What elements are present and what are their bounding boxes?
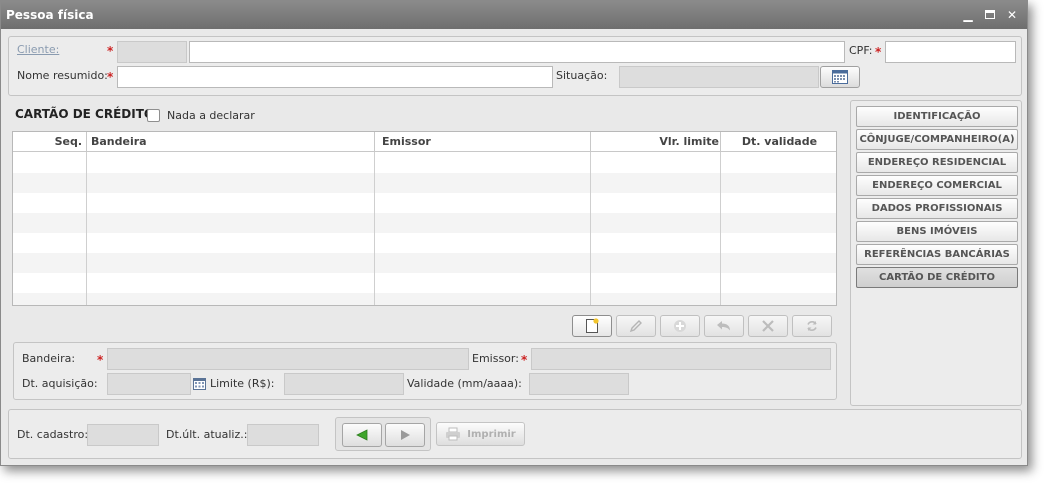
pencil-icon (629, 320, 642, 333)
bandeira-field (107, 348, 469, 370)
column-header-emissor[interactable]: Emissor (375, 132, 591, 152)
edit-record-button[interactable] (616, 315, 656, 337)
calendar-icon[interactable] (193, 378, 206, 390)
nav-endereco-residencial[interactable]: ENDEREÇO RESIDENCIAL (856, 152, 1018, 173)
plus-icon (674, 320, 686, 332)
limite-label: Limite (R$): (210, 377, 275, 390)
cpf-field[interactable] (885, 41, 1016, 63)
validade-label: Validade (mm/aaaa): (407, 377, 522, 390)
nome-resumido-label: Nome resumido: (17, 69, 108, 82)
cliente-label[interactable]: Cliente: (17, 43, 59, 56)
dt-cadastro-label: Dt. cadastro: (17, 428, 89, 441)
table-row[interactable] (13, 293, 836, 305)
window-controls: ▁ ✕ (957, 1, 1023, 29)
table-row[interactable] (13, 173, 836, 193)
nav-endereco-comercial[interactable]: ENDEREÇO COMERCIAL (856, 175, 1018, 196)
calendar-icon (832, 70, 848, 84)
nav-cartao-de-credito[interactable]: CARTÃO DE CRÉDITO (856, 267, 1018, 288)
required-marker: * (107, 44, 114, 58)
situacao-field (619, 66, 819, 88)
column-header-seq[interactable]: Seq. (13, 132, 87, 152)
delete-icon (762, 320, 774, 332)
new-record-button[interactable] (572, 315, 612, 337)
required-marker: * (875, 45, 882, 59)
arrow-right-icon (401, 430, 410, 440)
table-row[interactable] (13, 213, 836, 233)
column-divider (720, 132, 721, 305)
window-title: Pessoa física (6, 8, 94, 22)
table-header: Seq. Bandeira Emissor Vlr. limite Dt. va… (13, 132, 836, 152)
dt-ult-atualiz-field (247, 424, 319, 446)
column-divider (86, 132, 87, 305)
nada-a-declarar-label: Nada a declarar (167, 109, 255, 122)
situacao-calendar-button[interactable] (820, 66, 860, 88)
refresh-button[interactable] (792, 315, 832, 337)
add-record-button[interactable] (660, 315, 700, 337)
bandeira-label: Bandeira: (22, 352, 76, 365)
minimize-icon[interactable]: ▁ (957, 8, 979, 22)
credit-card-table[interactable]: Seq. Bandeira Emissor Vlr. limite Dt. va… (12, 131, 837, 306)
new-document-icon (586, 318, 599, 333)
dt-ult-atualiz-label: Dt.últ. atualiz.: (166, 428, 248, 441)
refresh-icon (807, 321, 817, 331)
cliente-code-field (117, 41, 187, 63)
imprimir-label: Imprimir (467, 428, 516, 440)
record-navigation-group (335, 417, 431, 451)
situacao-label: Situação: (556, 69, 608, 82)
dt-cadastro-field (87, 424, 159, 446)
imprimir-button[interactable]: Imprimir (436, 422, 525, 446)
dt-aquisicao-field (107, 373, 191, 395)
cliente-name-field[interactable] (189, 41, 845, 63)
nada-a-declarar-checkbox[interactable] (147, 109, 160, 122)
limite-field (284, 373, 404, 395)
client-header-panel: Cliente: * CPF: * Nome resumido: * Situa… (8, 36, 1022, 96)
arrow-left-icon (356, 429, 368, 441)
column-header-bandeira[interactable]: Bandeira (87, 132, 375, 152)
dt-aquisicao-label: Dt. aquisição: (22, 377, 98, 390)
previous-record-button[interactable] (342, 423, 382, 447)
nav-referencias-bancarias[interactable]: REFERÊNCIAS BANCÁRIAS (856, 244, 1018, 265)
nav-bens-imoveis[interactable]: BENS IMÓVEIS (856, 221, 1018, 242)
column-header-dt-validade[interactable]: Dt. validade (721, 132, 836, 152)
required-marker: * (107, 70, 114, 84)
next-record-button[interactable] (385, 423, 425, 447)
cpf-label: CPF: (849, 44, 873, 57)
validade-field (529, 373, 629, 395)
emissor-label: Emissor: (472, 352, 519, 365)
undo-icon (717, 321, 730, 331)
undo-button[interactable] (704, 315, 744, 337)
required-marker: * (521, 353, 528, 367)
emissor-field (531, 348, 831, 370)
delete-record-button[interactable] (748, 315, 788, 337)
required-marker: * (97, 353, 104, 367)
table-row[interactable] (13, 253, 836, 273)
nome-resumido-field[interactable] (117, 66, 553, 88)
column-divider (374, 132, 375, 305)
column-header-vlr-limite[interactable]: Vlr. limite (591, 132, 721, 152)
section-title: CARTÃO DE CRÉDITO (15, 107, 155, 121)
footer-panel: Dt. cadastro: Dt.últ. atualiz.: Imprimir (8, 409, 1022, 459)
section-nav-panel: IDENTIFICAÇÃO CÔNJUGE/COMPANHEIRO(A) END… (850, 100, 1022, 406)
nav-identificacao[interactable]: IDENTIFICAÇÃO (856, 106, 1018, 127)
card-detail-panel: Bandeira: * Emissor: * Dt. aquisição: Li… (13, 342, 837, 400)
nav-conjuge[interactable]: CÔNJUGE/COMPANHEIRO(A) (856, 129, 1018, 150)
column-divider (590, 132, 591, 305)
maximize-icon[interactable] (979, 8, 1001, 22)
window-titlebar: Pessoa física ▁ ✕ (1, 1, 1027, 29)
close-icon[interactable]: ✕ (1001, 8, 1023, 22)
printer-icon (446, 427, 461, 441)
nav-dados-profissionais[interactable]: DADOS PROFISSIONAIS (856, 198, 1018, 219)
pessoa-fisica-window: Pessoa física ▁ ✕ Cliente: * CPF: * Nome… (0, 0, 1028, 466)
